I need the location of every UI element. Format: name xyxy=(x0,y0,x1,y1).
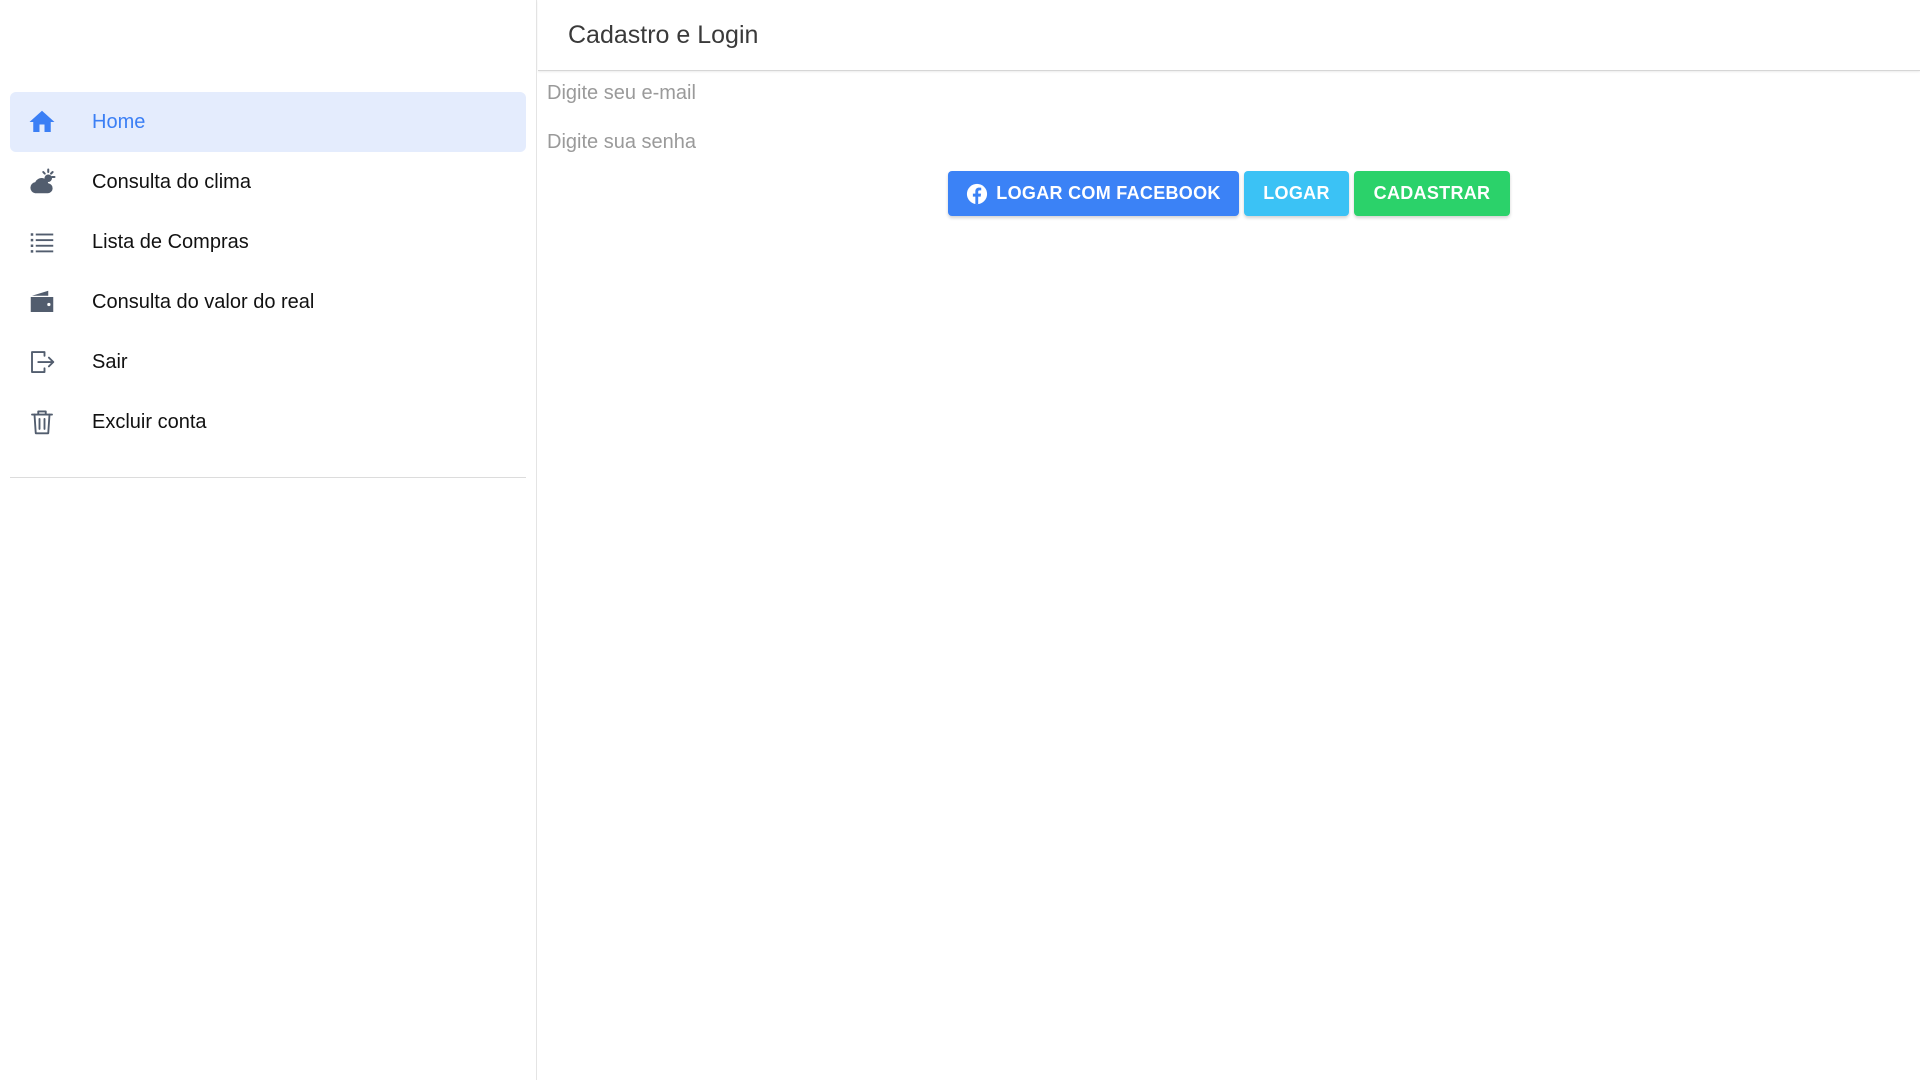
sidebar-item-label: Home xyxy=(92,110,146,133)
logout-icon xyxy=(12,332,72,392)
sidebar-item-home[interactable]: Home xyxy=(10,92,526,152)
register-button[interactable]: CADASTRAR xyxy=(1354,171,1510,216)
sidebar: Home Consulta do clima Lista de Compras … xyxy=(0,0,537,1080)
sidebar-menu: Home Consulta do clima Lista de Compras … xyxy=(10,92,526,452)
sidebar-item-delete-account[interactable]: Excluir conta xyxy=(10,392,526,452)
sidebar-item-label: Excluir conta xyxy=(92,410,207,433)
wallet-icon xyxy=(12,272,72,332)
list-icon xyxy=(12,212,72,272)
login-button[interactable]: LOGAR xyxy=(1244,171,1349,216)
cloud-sun-icon xyxy=(12,152,72,212)
sidebar-item-label: Consulta do valor do real xyxy=(92,290,315,313)
page-header: Cadastro e Login xyxy=(538,0,1920,71)
facebook-login-label: LOGAR COM FACEBOOK xyxy=(996,183,1221,203)
sidebar-item-label: Sair xyxy=(92,350,128,373)
home-icon xyxy=(12,92,72,152)
sidebar-item-shopping-list[interactable]: Lista de Compras xyxy=(10,212,526,272)
email-input[interactable] xyxy=(547,73,1907,113)
main-content: Cadastro e Login LOGAR COM FACEBOOK LOGA… xyxy=(538,0,1920,1080)
sidebar-divider xyxy=(10,477,526,478)
facebook-icon xyxy=(966,183,988,205)
password-input[interactable] xyxy=(547,122,1907,162)
sidebar-item-label: Consulta do clima xyxy=(92,170,251,193)
sidebar-item-logout[interactable]: Sair xyxy=(10,332,526,392)
trash-icon xyxy=(12,392,72,452)
sidebar-item-currency[interactable]: Consulta do valor do real xyxy=(10,272,526,332)
sidebar-item-label: Lista de Compras xyxy=(92,230,249,253)
page-title: Cadastro e Login xyxy=(568,20,759,49)
sidebar-item-weather[interactable]: Consulta do clima xyxy=(10,152,526,212)
facebook-login-button[interactable]: LOGAR COM FACEBOOK xyxy=(948,171,1239,216)
app: Home Consulta do clima Lista de Compras … xyxy=(0,0,1920,1080)
auth-actions: LOGAR COM FACEBOOK LOGAR CADASTRAR xyxy=(948,171,1510,216)
